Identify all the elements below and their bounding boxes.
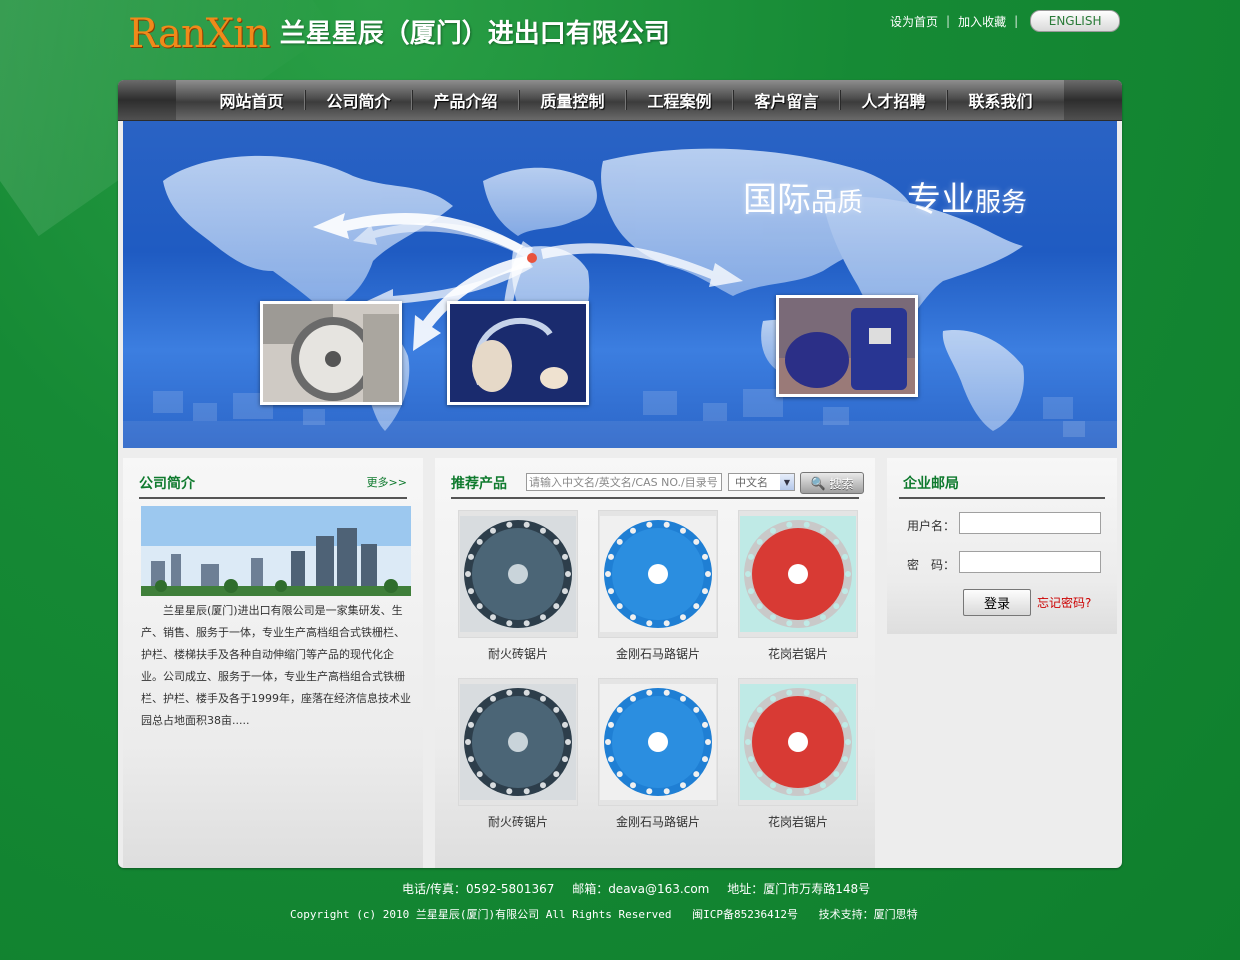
- slogan-word: 专业: [907, 180, 976, 220]
- logo[interactable]: RanXin 兰星星辰（厦门）进出口有限公司: [128, 12, 670, 56]
- nav-item-projects[interactable]: 工程案例: [626, 80, 733, 120]
- nav-item-jobs[interactable]: 人才招聘: [840, 80, 947, 120]
- english-button[interactable]: ENGLISH: [1030, 10, 1121, 32]
- product-label[interactable]: 金刚石马路锯片: [598, 813, 718, 830]
- panel-divider: [139, 497, 407, 499]
- footer-copyright: Copyright (c) 2010 兰星星辰(厦门)有限公司 All Righ…: [290, 908, 672, 921]
- footer-contact-row: 电话/传真：0592-5801367 邮箱：deava@163.com 地址：厦…: [402, 880, 884, 897]
- footer-copyright-row: Copyright (c) 2010 兰星星辰(厦门)有限公司 All Righ…: [290, 906, 932, 922]
- footer-icp: 闽ICP备85236412号: [692, 908, 799, 921]
- search-button-label: 搜索: [829, 476, 854, 491]
- nav-item-quality[interactable]: 质量控制: [519, 80, 626, 120]
- products-panel: 推荐产品 请输入中文名/英文名/CAS NO./目录号 中文名 ▼ 🔍 搜索 耐…: [435, 458, 875, 868]
- hero-banner: 国际 品质 专业 服务: [123, 121, 1117, 448]
- about-panel: 公司简介 更多>> 兰星星辰(厦门)进出口有限公司是一家集研发、生产、销售、服务…: [123, 458, 423, 868]
- product-label[interactable]: 耐火砖锯片: [458, 645, 578, 662]
- nav-item-contact[interactable]: 联系我们: [947, 80, 1054, 120]
- nav-item-label: 联系我们: [968, 92, 1033, 111]
- product-image[interactable]: [598, 678, 718, 806]
- link-divider: |: [946, 14, 951, 28]
- product-search-input[interactable]: 请输入中文名/英文名/CAS NO./目录号: [526, 473, 722, 491]
- search-button[interactable]: 🔍 搜索: [800, 472, 864, 494]
- link-divider: |: [1014, 14, 1019, 28]
- chevron-down-icon: ▼: [780, 474, 794, 490]
- mail-panel: 企业邮局 用户名： 密 码： 登录 忘记密码?: [887, 458, 1117, 634]
- product-card[interactable]: 花岗岩锯片: [738, 510, 858, 662]
- footer-support: 技术支持：厦门思特: [818, 908, 918, 921]
- product-image[interactable]: [738, 678, 858, 806]
- panel-divider: [899, 497, 1105, 499]
- about-text: 兰星星辰(厦门)进出口有限公司是一家集研发、生产、销售、服务于一体，专业生产高档…: [141, 604, 411, 727]
- main-frame: 网站首页 公司简介 产品介绍 质量控制 工程案例 客户留言 人才招聘 联系我们: [118, 80, 1122, 868]
- company-name: 兰星星辰（厦门）进出口有限公司: [279, 19, 670, 49]
- header: RanXin 兰星星辰（厦门）进出口有限公司 设为首页 | 加入收藏 | ENG…: [0, 0, 1240, 80]
- footer-address: 地址：厦门市万寿路148号: [727, 882, 871, 896]
- nav-item-label: 工程案例: [647, 92, 712, 111]
- product-image[interactable]: [458, 678, 578, 806]
- logo-mark: RanXin: [128, 11, 271, 57]
- nav-item-label: 质量控制: [540, 92, 605, 111]
- slogan-word: 服务: [975, 188, 1028, 218]
- nav-cap-left: [118, 80, 176, 120]
- nav-items: 网站首页 公司简介 产品介绍 质量控制 工程案例 客户留言 人才招聘 联系我们: [198, 80, 1054, 120]
- nav-item-label: 人才招聘: [861, 92, 926, 111]
- banner-photo-saw-blade: [260, 301, 402, 405]
- about-title: 公司简介: [139, 476, 195, 492]
- nav-item-label: 网站首页: [219, 92, 284, 111]
- about-more-link[interactable]: 更多>>: [367, 474, 407, 490]
- password-label: 密 码：: [907, 558, 956, 572]
- panel-divider: [451, 497, 859, 499]
- search-icon: 🔍: [810, 476, 826, 490]
- city-skyline-image: [141, 506, 411, 596]
- product-card[interactable]: 金刚石马路锯片: [598, 678, 718, 830]
- nav-item-label: 产品介绍: [433, 92, 498, 111]
- product-card[interactable]: 耐火砖锯片: [458, 678, 578, 830]
- main-nav: 网站首页 公司简介 产品介绍 质量控制 工程案例 客户留言 人才招聘 联系我们: [118, 80, 1122, 121]
- add-favorite-link[interactable]: 加入收藏: [958, 13, 1006, 30]
- product-image[interactable]: [738, 510, 858, 638]
- banner-slogan: 国际 品质 专业 服务: [743, 183, 1027, 217]
- login-button[interactable]: 登录: [963, 589, 1031, 616]
- top-links: 设为首页 | 加入收藏 | ENGLISH: [890, 10, 1121, 32]
- products-title: 推荐产品: [451, 476, 507, 492]
- select-value: 中文名: [735, 476, 768, 489]
- product-label[interactable]: 耐火砖锯片: [458, 813, 578, 830]
- mail-title: 企业邮局: [903, 476, 959, 492]
- product-card[interactable]: 耐火砖锯片: [458, 510, 578, 662]
- nav-item-home[interactable]: 网站首页: [198, 80, 305, 120]
- banner-photo-hearing-aid: [447, 301, 589, 405]
- product-card[interactable]: 金刚石马路锯片: [598, 510, 718, 662]
- footer-phone: 电话/传真：0592-5801367: [402, 882, 555, 896]
- banner-photo-barrels: [776, 295, 918, 397]
- nav-cap-right: [1064, 80, 1122, 120]
- password-input[interactable]: [959, 551, 1101, 573]
- footer-email: 邮箱：deava@163.com: [572, 882, 710, 896]
- slogan-word: 品质: [811, 188, 864, 218]
- nav-item-label: 公司简介: [326, 92, 391, 111]
- product-card[interactable]: 花岗岩锯片: [738, 678, 858, 830]
- username-label: 用户名：: [907, 519, 956, 533]
- set-homepage-link[interactable]: 设为首页: [890, 13, 938, 30]
- username-input[interactable]: [959, 512, 1101, 534]
- product-label[interactable]: 花岗岩锯片: [738, 645, 858, 662]
- search-language-select[interactable]: 中文名 ▼: [728, 473, 795, 491]
- nav-item-about[interactable]: 公司简介: [305, 80, 412, 120]
- forgot-password-link[interactable]: 忘记密码?: [1037, 594, 1091, 611]
- product-label[interactable]: 金刚石马路锯片: [598, 645, 718, 662]
- slogan-word: 国际: [743, 180, 811, 220]
- product-image[interactable]: [598, 510, 718, 638]
- product-label[interactable]: 花岗岩锯片: [738, 813, 858, 830]
- nav-item-label: 客户留言: [754, 92, 819, 111]
- product-image[interactable]: [458, 510, 578, 638]
- nav-item-guestbook[interactable]: 客户留言: [733, 80, 840, 120]
- nav-item-products[interactable]: 产品介绍: [412, 80, 519, 120]
